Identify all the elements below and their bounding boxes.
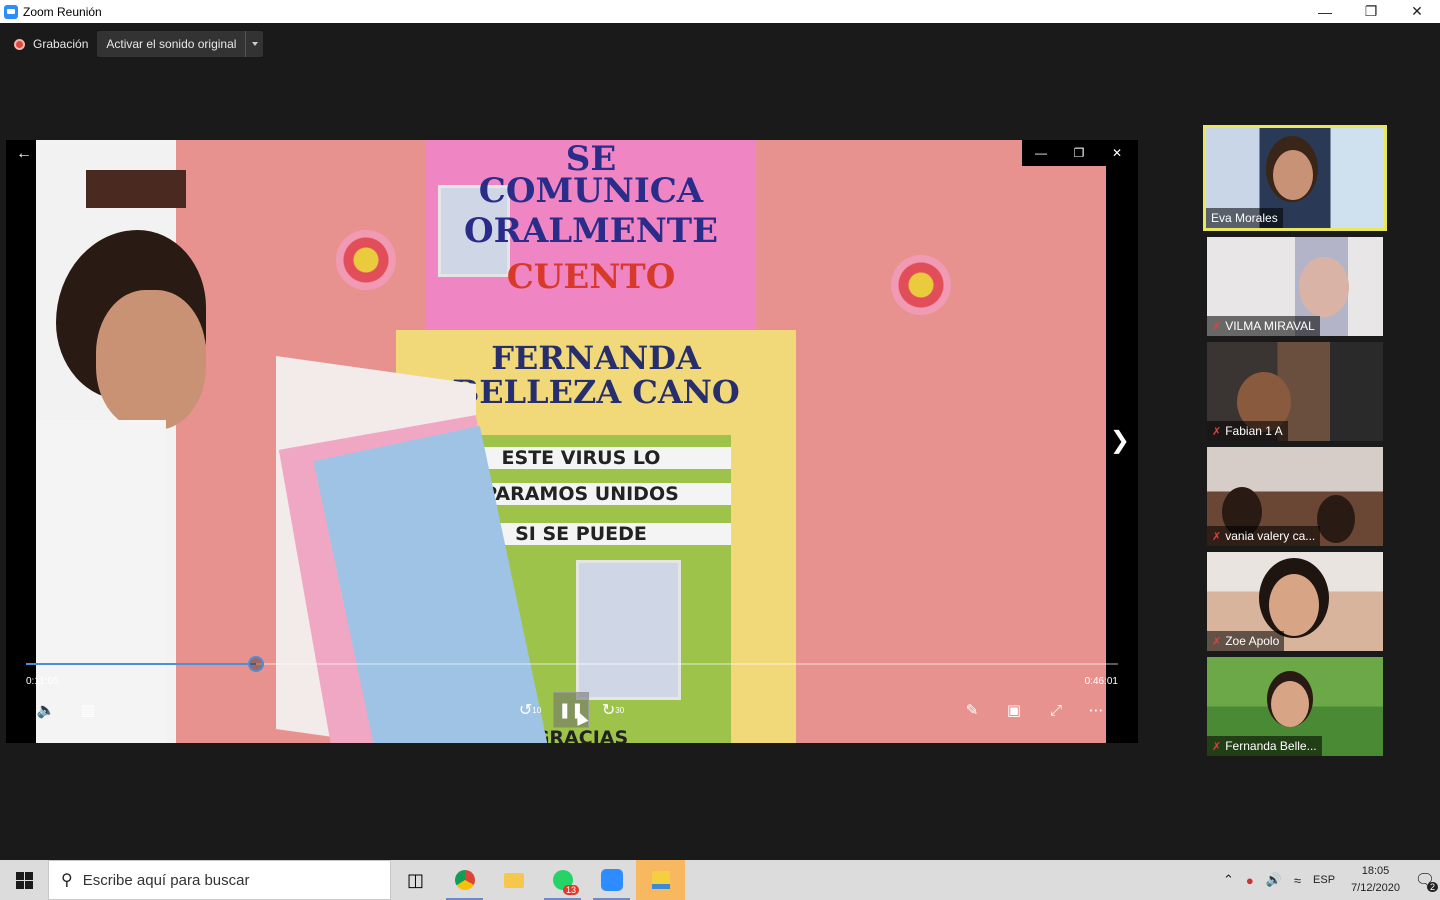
taskbar-search[interactable]: ⚲ Escribe aquí para buscar [48,860,391,900]
more-options-icon[interactable]: ⋯ [1078,692,1114,728]
player-restore-button[interactable]: ❐ [1060,140,1098,166]
start-button[interactable] [0,860,48,900]
chrome-icon[interactable] [440,860,489,900]
miniplayer-icon[interactable]: ▣ [996,692,1032,728]
rewind-label: 10 [532,705,542,715]
participant-tile[interactable]: ✗ VILMA MIRAVAL [1207,237,1383,336]
whatsapp-icon[interactable]: 13 [538,860,587,900]
system-tray: ⌃ ● 🔊 ≈ ESP 18:05 7/12/2020 🗨 2 [1217,860,1440,900]
antivirus-icon[interactable]: ● [1246,873,1254,888]
poster-subtitle: CUENTO [506,257,676,297]
poster-line: COMUNICA [478,171,704,211]
participant-tile[interactable]: ✗ Fernanda Belle... [1207,657,1383,756]
participant-name: ✗ Fernanda Belle... [1207,736,1322,756]
meeting-toolbar: Grabación Activar el sonido original [0,23,1440,65]
clock[interactable]: 18:05 7/12/2020 [1351,863,1400,897]
poster-line: ORALMENTE [463,211,718,251]
video-frame: SE COMUNICA ORALMENTE CUENTO FERNANDA BE… [36,140,1106,743]
minimize-button[interactable]: — [1302,0,1348,23]
notification-count: 2 [1426,882,1438,892]
participant-name: ✗ Zoe Apolo [1207,631,1285,651]
photos-icon[interactable] [636,860,685,900]
original-sound-dropdown[interactable] [245,31,264,57]
paper-stack [276,355,549,743]
participant-tile[interactable]: ✗ vania valery ca... [1207,447,1383,546]
participant-tile[interactable]: ✗ Zoe Apolo [1207,552,1383,651]
search-placeholder: Escribe aquí para buscar [82,871,250,889]
whatsapp-badge: 13 [562,885,579,895]
current-time: 0:11:05 [26,676,59,687]
participant-name: Eva Morales [1206,208,1283,228]
volume-icon[interactable]: 🔈 [28,692,64,728]
total-time: 0:46:01 [1084,676,1118,687]
player-minimize-button[interactable]: — [1022,140,1060,166]
mic-muted-icon: ✗ [1212,530,1222,543]
participants-panel: Eva Morales ✗ VILMA MIRAVAL ✗ Fabian 1 A ✗… [1203,125,1387,762]
mic-muted-icon: ✗ [1212,320,1222,333]
paper-flower [336,230,396,290]
windows-icon [15,871,33,889]
task-view-icon[interactable]: ◫ [391,860,440,900]
zoom-icon[interactable] [587,860,636,900]
participant-name: ✗ Fabian 1 A [1207,421,1288,441]
back-arrow-icon[interactable]: ← [16,145,32,163]
search-icon: ⚲ [61,872,73,889]
title-bar: Zoom Reunión — ❐ ✕ [0,0,1440,23]
student-photo [576,560,681,700]
mic-muted-icon: ✗ [1212,425,1222,438]
taskbar: ⚲ Escribe aquí para buscar ◫ 13 ⌃ ● 🔊 ≈ … [0,860,1440,900]
seek-bar[interactable] [26,656,1118,672]
shelf [86,170,186,208]
show-hidden-icons-icon[interactable]: ⌃ [1223,872,1234,888]
close-button[interactable]: ✕ [1394,0,1440,23]
player-window-controls: — ❐ ✕ [1022,140,1136,166]
restore-button[interactable]: ❐ [1348,0,1394,23]
recording-icon [14,38,25,50]
participant-tile[interactable]: ✗ Fabian 1 A [1207,342,1383,441]
poster-title: SE COMUNICA ORALMENTE CUENTO [426,140,756,340]
player-close-button[interactable]: ✕ [1098,140,1136,166]
file-explorer-icon[interactable] [489,860,538,900]
wifi-icon[interactable]: ≈ [1294,873,1301,888]
participant-video [1299,257,1349,317]
language-indicator[interactable]: ESP [1313,874,1335,886]
chevron-right-icon[interactable]: ❯ [1110,426,1130,455]
participant-name: ✗ vania valery ca... [1207,526,1321,546]
participant-tile[interactable]: Eva Morales [1203,125,1387,231]
clock-date: 7/12/2020 [1351,882,1400,894]
forward-label: 30 [615,705,625,715]
captions-icon[interactable]: ▤ [70,692,106,728]
recording-label[interactable]: Grabación [33,37,88,51]
paper-flower [891,255,951,315]
speaker-icon[interactable]: 🔊 [1266,872,1282,888]
mic-muted-icon: ✗ [1212,740,1222,753]
seek-progress [26,663,257,665]
forward-button[interactable]: ↻ 30 [595,692,631,728]
notifications-icon[interactable]: 🗨 2 [1410,860,1440,900]
child-face [96,290,206,430]
shared-video-player[interactable]: SE COMUNICA ORALMENTE CUENTO FERNANDA BE… [6,140,1138,743]
zoom-app-icon [4,4,18,19]
window-title: Zoom Reunión [23,4,102,19]
pencil-icon[interactable]: ✎ [954,692,990,728]
window-controls: — ❐ ✕ [1302,0,1440,23]
original-sound-button[interactable]: Activar el sonido original [97,31,246,57]
rewind-button[interactable]: ↺ 10 [512,692,548,728]
participant-name: ✗ VILMA MIRAVAL [1207,316,1320,336]
fullscreen-icon[interactable]: ⤢ [1038,692,1074,728]
clock-time: 18:05 [1361,865,1390,877]
mic-muted-icon: ✗ [1212,635,1222,648]
